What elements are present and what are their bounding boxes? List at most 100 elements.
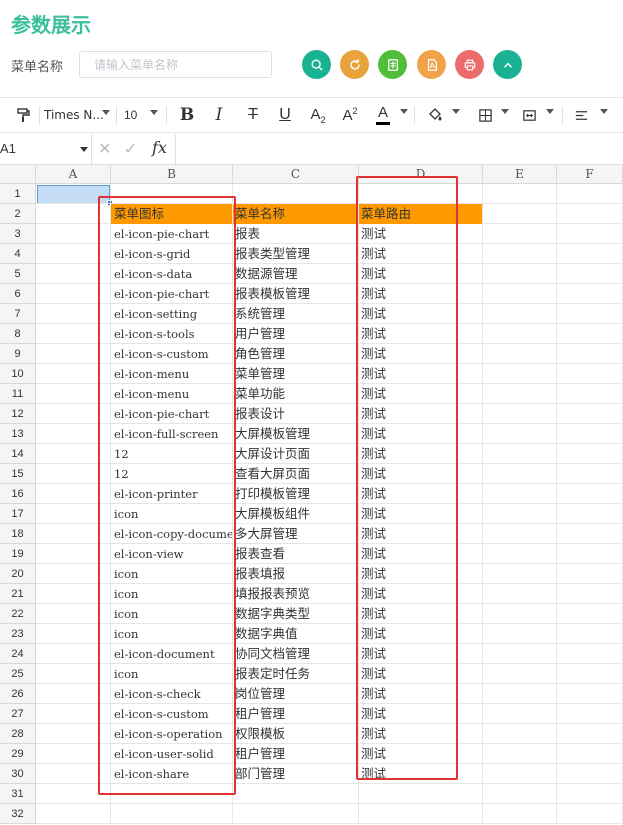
header-cell-menu-icon[interactable]: 菜单图标 (111, 204, 232, 224)
cell-menu-route[interactable]: 测试 (359, 404, 482, 424)
column-header-f[interactable]: F (557, 165, 623, 184)
cell-menu-name[interactable]: 报表填报 (233, 564, 358, 584)
cell-menu-route[interactable]: 测试 (359, 604, 482, 624)
chevron-down-icon[interactable] (501, 109, 509, 114)
border-button[interactable] (474, 98, 496, 132)
cell-menu-route[interactable]: 测试 (359, 564, 482, 584)
cell-menu-route[interactable]: 测试 (359, 584, 482, 604)
check-icon[interactable]: ✓ (124, 141, 137, 158)
cell-menu-route[interactable]: 测试 (359, 464, 482, 484)
cell-menu-route[interactable]: 测试 (359, 284, 482, 304)
column-header-c[interactable]: C (233, 165, 359, 184)
cell-menu-icon[interactable]: el-icon-setting (111, 304, 232, 324)
cell-menu-icon[interactable]: el-icon-s-operation (111, 724, 232, 744)
cell-menu-icon[interactable]: el-icon-menu (111, 364, 232, 384)
cell-menu-icon[interactable]: el-icon-user-solid (111, 744, 232, 764)
row-header[interactable]: 19 (0, 544, 36, 564)
font-family-select[interactable]: Times N... (44, 98, 110, 132)
row-header[interactable]: 16 (0, 484, 36, 504)
cell-menu-icon[interactable]: el-icon-s-tools (111, 324, 232, 344)
chevron-down-icon[interactable] (452, 109, 460, 114)
font-color-button[interactable]: A (372, 98, 394, 132)
cell-menu-route[interactable]: 测试 (359, 304, 482, 324)
cell-menu-route[interactable]: 测试 (359, 444, 482, 464)
row-header[interactable]: 18 (0, 524, 36, 544)
cell-menu-icon[interactable]: el-icon-share (111, 764, 232, 784)
cell-menu-name[interactable]: 报表定时任务 (233, 664, 358, 684)
cell-menu-icon[interactable]: icon (111, 504, 232, 524)
cell-menu-name[interactable]: 菜单功能 (233, 384, 358, 404)
row-header[interactable]: 7 (0, 304, 36, 324)
cell-menu-icon[interactable]: el-icon-document (111, 644, 232, 664)
row-header[interactable]: 2 (0, 204, 36, 224)
row-header[interactable]: 30 (0, 764, 36, 784)
cell-menu-route[interactable]: 测试 (359, 344, 482, 364)
cell-menu-name[interactable]: 报表模板管理 (233, 284, 358, 304)
chevron-down-icon[interactable] (600, 109, 608, 114)
subscript-button[interactable]: A2 (306, 98, 330, 132)
row-header[interactable]: 4 (0, 244, 36, 264)
export-pdf-button[interactable] (417, 50, 446, 79)
menu-name-input[interactable] (79, 51, 272, 78)
cell-menu-route[interactable]: 测试 (359, 244, 482, 264)
cell-menu-route[interactable]: 测试 (359, 424, 482, 444)
reset-button[interactable] (340, 50, 369, 79)
column-header-d[interactable]: D (359, 165, 483, 184)
row-header[interactable]: 17 (0, 504, 36, 524)
row-header[interactable]: 10 (0, 364, 36, 384)
cell-menu-icon[interactable]: 12 (111, 464, 232, 484)
cell-menu-icon[interactable]: el-icon-s-custom (111, 704, 232, 724)
cell-menu-name[interactable]: 租户管理 (233, 704, 358, 724)
row-header[interactable]: 28 (0, 724, 36, 744)
row-header[interactable]: 22 (0, 604, 36, 624)
strikethrough-button[interactable]: T (242, 98, 264, 132)
cell-menu-name[interactable]: 岗位管理 (233, 684, 358, 704)
bold-button[interactable]: B (176, 98, 198, 132)
row-header[interactable]: 29 (0, 744, 36, 764)
export-excel-button[interactable] (378, 50, 407, 79)
cell-menu-icon[interactable]: el-icon-s-custom (111, 344, 232, 364)
print-button[interactable] (455, 50, 484, 79)
row-header[interactable]: 3 (0, 224, 36, 244)
row-header[interactable]: 15 (0, 464, 36, 484)
cell-menu-name[interactable]: 数据源管理 (233, 264, 358, 284)
row-header[interactable]: 8 (0, 324, 36, 344)
chevron-down-icon[interactable] (400, 109, 408, 114)
row-header[interactable]: 32 (0, 804, 36, 824)
cell-menu-name[interactable]: 报表 (233, 224, 358, 244)
row-header[interactable]: 23 (0, 624, 36, 644)
spreadsheet-grid[interactable]: ABCDEF 1 2 3 4 5 6 7 8 9 10 11 12 13 14 15 16 17 18 19 20 21… (0, 165, 623, 825)
cell-menu-icon[interactable]: icon (111, 584, 232, 604)
cell-menu-name[interactable]: 用户管理 (233, 324, 358, 344)
row-header[interactable]: 31 (0, 784, 36, 804)
row-header[interactable]: 14 (0, 444, 36, 464)
cell-menu-route[interactable]: 测试 (359, 644, 482, 664)
cell-menu-name[interactable]: 角色管理 (233, 344, 358, 364)
cell-menu-name[interactable]: 打印模板管理 (233, 484, 358, 504)
cell-menu-icon[interactable]: el-icon-printer (111, 484, 232, 504)
cell-menu-route[interactable]: 测试 (359, 484, 482, 504)
cell-menu-name[interactable]: 协同文档管理 (233, 644, 358, 664)
italic-button[interactable]: I (208, 98, 230, 132)
column-header-a[interactable]: A (36, 165, 111, 184)
cell-menu-route[interactable]: 测试 (359, 324, 482, 344)
row-header[interactable]: 13 (0, 424, 36, 444)
header-cell-menu-name[interactable]: 菜单名称 (233, 204, 358, 224)
cell-reference-box[interactable]: A1 (0, 134, 92, 164)
cell-menu-route[interactable]: 测试 (359, 724, 482, 744)
cell-menu-name[interactable]: 租户管理 (233, 744, 358, 764)
underline-button[interactable]: U (274, 98, 296, 132)
cell-menu-route[interactable]: 测试 (359, 364, 482, 384)
cell-menu-name[interactable]: 大屏模板管理 (233, 424, 358, 444)
merge-cells-button[interactable] (518, 98, 540, 132)
row-header[interactable]: 5 (0, 264, 36, 284)
collapse-button[interactable] (493, 50, 522, 79)
cell-menu-name[interactable]: 报表类型管理 (233, 244, 358, 264)
cell-menu-name[interactable]: 部门管理 (233, 764, 358, 784)
cell-menu-icon[interactable]: icon (111, 664, 232, 684)
cell-menu-name[interactable]: 权限模板 (233, 724, 358, 744)
fill-color-button[interactable] (424, 98, 446, 132)
cell-menu-icon[interactable]: el-icon-s-check (111, 684, 232, 704)
cell-menu-icon[interactable]: el-icon-full-screen (111, 424, 232, 444)
cell-menu-icon[interactable]: el-icon-view (111, 544, 232, 564)
